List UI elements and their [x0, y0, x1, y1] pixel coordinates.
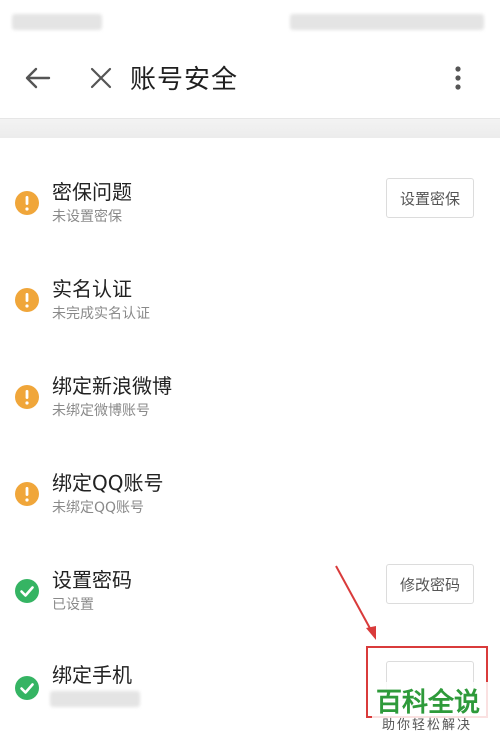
- item-subtitle: 未完成实名认证: [52, 306, 150, 322]
- status-bar-left-blurred: [12, 14, 102, 30]
- exclamation-circle-icon: [15, 191, 39, 215]
- change-password-button[interactable]: 修改密码: [386, 564, 474, 604]
- item-title: 绑定手机: [52, 663, 132, 687]
- item-title: 绑定新浪微博: [52, 374, 172, 398]
- item-title: 绑定QQ账号: [52, 471, 164, 495]
- item-subtitle: 未绑定QQ账号: [52, 500, 145, 516]
- check-circle-icon: [15, 579, 39, 603]
- phone-number-blurred: [50, 691, 140, 707]
- exclamation-circle-icon: [15, 288, 39, 312]
- exclamation-circle-icon: [15, 482, 39, 506]
- security-item-password[interactable]: 设置密码 已设置 修改密码: [0, 548, 500, 644]
- close-icon: [90, 67, 112, 89]
- item-subtitle: 未绑定微博账号: [52, 403, 150, 419]
- back-button[interactable]: [22, 62, 54, 94]
- security-item-real-name[interactable]: 实名认证 未完成实名认证: [0, 257, 500, 353]
- nav-bar: 账号安全: [0, 44, 500, 116]
- status-bar-right-blurred: [290, 14, 484, 30]
- more-button[interactable]: [446, 62, 470, 94]
- page-title: 账号安全: [130, 65, 239, 95]
- check-circle-icon: [15, 676, 39, 700]
- exclamation-circle-icon: [15, 385, 39, 409]
- item-title: 设置密码: [52, 568, 132, 592]
- security-item-weibo[interactable]: 绑定新浪微博 未绑定微博账号: [0, 354, 500, 450]
- item-title: 实名认证: [52, 277, 132, 301]
- status-bar: [0, 0, 500, 44]
- set-security-question-button[interactable]: 设置密保: [386, 178, 474, 218]
- item-title: 密保问题: [52, 180, 132, 204]
- item-subtitle: 未设置密保: [52, 209, 122, 225]
- security-item-qq[interactable]: 绑定QQ账号 未绑定QQ账号: [0, 451, 500, 547]
- security-item-security-question[interactable]: 密保问题 未设置密保 设置密保: [0, 160, 500, 256]
- close-button[interactable]: [86, 62, 116, 94]
- arrow-left-icon: [25, 67, 51, 89]
- section-divider: [0, 118, 500, 138]
- watermark-logo: 百科全说 助你轻松解决: [372, 682, 496, 740]
- watermark-subtitle: 助你轻松解决: [382, 718, 473, 733]
- item-subtitle: 已设置: [52, 597, 94, 613]
- more-vertical-icon: [455, 66, 461, 90]
